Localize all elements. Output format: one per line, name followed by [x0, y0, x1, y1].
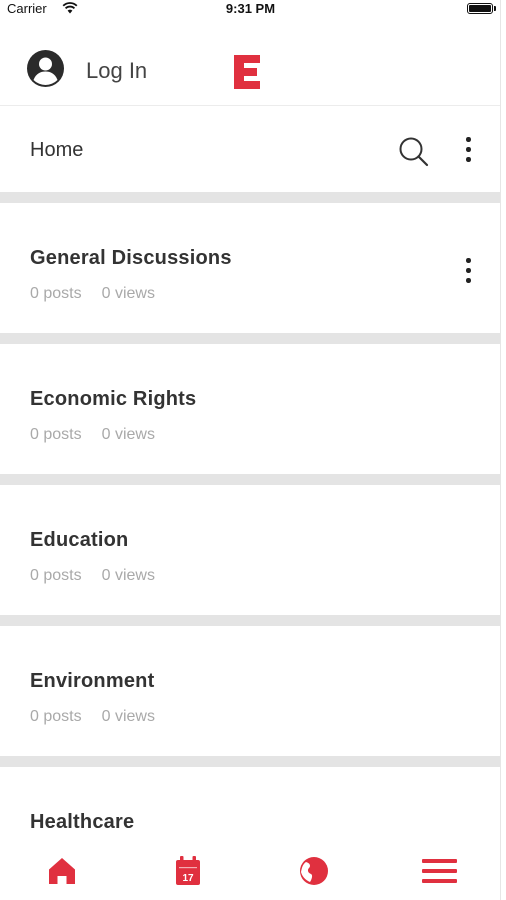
app-logo: [234, 55, 260, 89]
status-time: 9:31 PM: [225, 1, 276, 16]
forum-title: Education: [30, 529, 129, 551]
forum-title: Environment: [30, 670, 155, 692]
post-count: 0 posts: [30, 708, 82, 725]
forum-meta: 0 posts 0 views: [30, 426, 155, 444]
view-count: 0 views: [101, 708, 155, 725]
calendar-day: 17: [182, 873, 194, 884]
top-bar: Log In: [0, 20, 500, 106]
forum-item-education[interactable]: Education 0 posts 0 views: [0, 474, 500, 615]
status-bar: Carrier 9:31 PM: [0, 0, 500, 20]
view-count: 0 views: [101, 426, 155, 443]
bottom-tab-bar: 17: [0, 845, 500, 900]
forum-title: Healthcare: [30, 811, 135, 833]
forum-meta: 0 posts 0 views: [30, 708, 155, 726]
view-count: 0 views: [101, 285, 155, 302]
forum-item-general-discussions[interactable]: General Discussions 0 posts 0 views: [0, 192, 500, 333]
forum-item-environment[interactable]: Environment 0 posts 0 views: [0, 615, 500, 756]
more-options-icon[interactable]: [464, 136, 472, 164]
post-count: 0 posts: [30, 285, 82, 302]
home-icon[interactable]: [44, 853, 80, 889]
forum-title: Economic Rights: [30, 388, 197, 410]
forum-title: General Discussions: [30, 247, 232, 269]
battery-icon: [467, 3, 496, 14]
login-link[interactable]: Log In: [86, 58, 147, 84]
forum-meta: 0 posts 0 views: [30, 567, 155, 585]
globe-icon[interactable]: [296, 853, 332, 889]
forum-meta: 0 posts 0 views: [30, 285, 155, 303]
page-title: Home: [30, 139, 84, 161]
menu-icon[interactable]: [421, 853, 457, 889]
view-count: 0 views: [101, 567, 155, 584]
search-icon[interactable]: [397, 135, 429, 167]
app-screen: Carrier 9:31 PM Log In Home General Disc…: [0, 0, 501, 900]
forum-list: General Discussions 0 posts 0 views Econo…: [0, 192, 500, 897]
forum-options-icon[interactable]: [464, 257, 472, 285]
user-avatar-icon[interactable]: [27, 50, 64, 87]
calendar-icon[interactable]: 17: [170, 853, 206, 889]
forum-item-economic-rights[interactable]: Economic Rights 0 posts 0 views: [0, 333, 500, 474]
post-count: 0 posts: [30, 567, 82, 584]
post-count: 0 posts: [30, 426, 82, 443]
